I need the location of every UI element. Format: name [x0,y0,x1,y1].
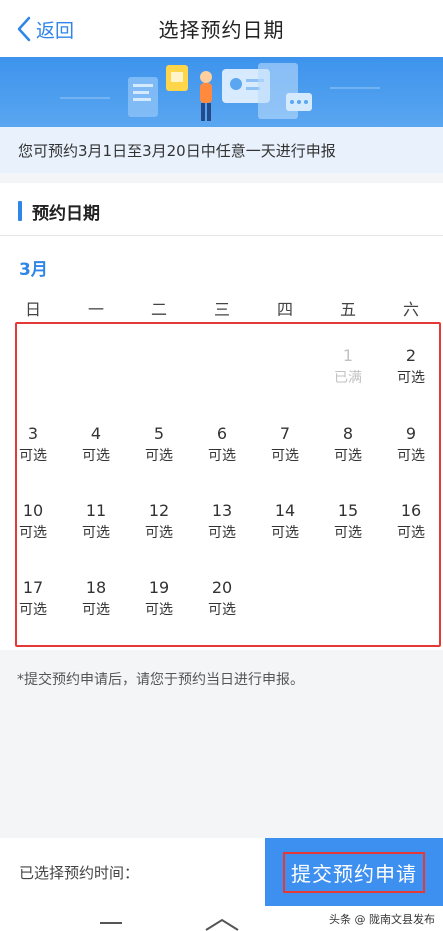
day-cell-10[interactable]: 10 可选 [5,500,61,550]
weekday-thu: 四 [276,300,293,319]
section-header: 预约日期 [18,199,100,224]
watermark: 头条 @ 陇南文县发布 [329,913,435,926]
day-cell-5[interactable]: 5 可选 [131,423,187,473]
top-bar: 返回 选择预约日期 [0,0,443,57]
selected-time-label: 已选择预约时间： [19,864,140,882]
day-cell-12[interactable]: 12 可选 [131,500,187,550]
day-cell-16[interactable]: 16 可选 [383,500,439,550]
day-cell-6[interactable]: 6 可选 [194,423,250,473]
day-cell-15[interactable]: 15 可选 [320,500,376,550]
day-cell-19[interactable]: 19 可选 [131,577,187,627]
home-icon[interactable] [204,917,240,931]
weekday-sun: 日 [24,300,41,319]
day-cell-8[interactable]: 8 可选 [320,423,376,473]
day-cell-7[interactable]: 7 可选 [257,423,313,473]
banner-art-icon [60,63,380,121]
day-cell-17[interactable]: 17 可选 [5,577,61,627]
day-cell-13[interactable]: 13 可选 [194,500,250,550]
day-cell-18[interactable]: 18 可选 [68,577,124,627]
day-cell-2[interactable]: 2 可选 [383,345,439,395]
weekday-wed: 三 [213,300,230,319]
banner-illustration [0,57,443,127]
section-accent-bar [18,201,22,221]
day-cell-1: 1 已满 [334,346,362,386]
weekday-header: 日 一 二 三 四 五 六 [0,296,443,320]
booking-range-notice: 您可预约3月1日至3月20日中任意一天进行申报 [0,127,443,173]
weekday-fri: 五 [339,300,356,319]
day-cell-9[interactable]: 9 可选 [383,423,439,473]
divider [0,235,443,236]
page-title: 选择预约日期 [158,18,285,42]
submission-tip: *提交预约申请后，请您于预约当日进行申报。 [17,672,304,688]
section-title: 预约日期 [32,203,100,224]
weekday-tue: 二 [150,300,167,319]
weekday-sat: 六 [402,300,419,319]
day-cell-11[interactable]: 11 可选 [68,500,124,550]
day-cell-14[interactable]: 14 可选 [257,500,313,550]
day-cell-20[interactable]: 20 可选 [194,577,250,627]
submit-booking-label: 提交预约申请 [283,851,425,893]
submit-booking-button[interactable]: 提交预约申请 [265,838,443,906]
menu-icon[interactable] [100,922,122,924]
weekday-mon: 一 [87,300,104,319]
day-cell-3[interactable]: 3 可选 [5,423,61,473]
day-cell-4[interactable]: 4 可选 [68,423,124,473]
month-label: 3月 [19,260,48,280]
